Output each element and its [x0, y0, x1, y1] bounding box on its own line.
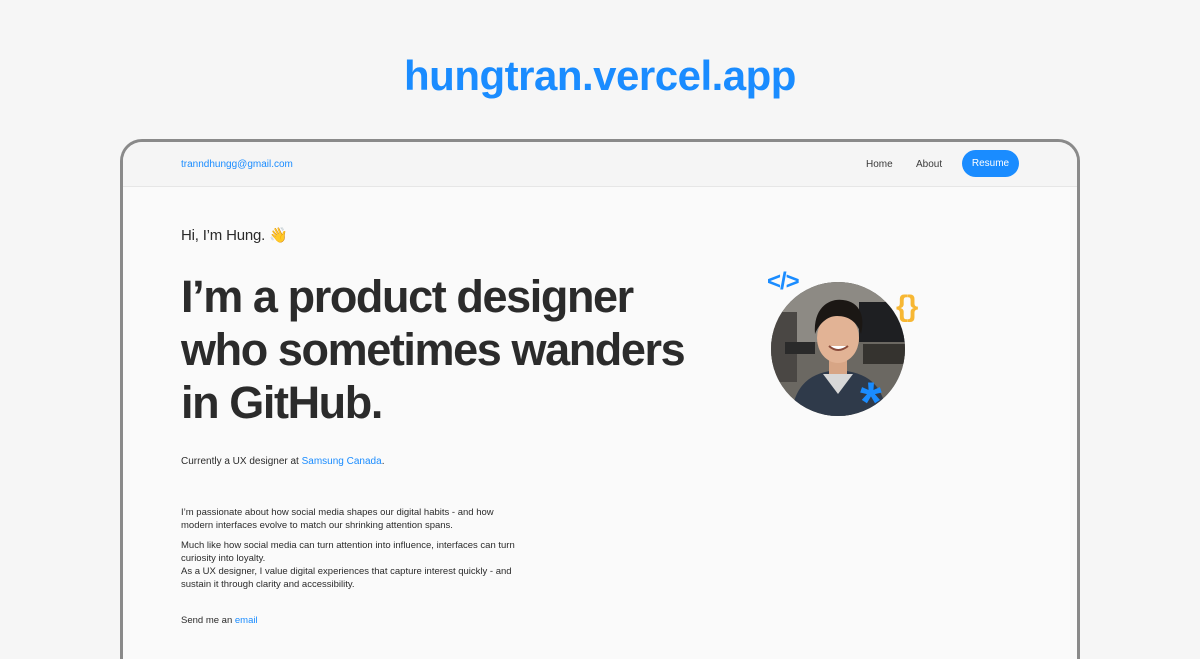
current-role-text: Currently a UX designer at Samsung Canad… — [181, 456, 384, 467]
nav-email-link[interactable]: tranndhungg@gmail.com — [181, 159, 293, 170]
profile-photo — [771, 282, 905, 416]
curly-braces-icon: {} — [896, 290, 918, 323]
email-link[interactable]: email — [235, 615, 258, 626]
samsung-canada-link[interactable]: Samsung Canada — [302, 456, 382, 467]
site-url-banner: hungtran.vercel.app — [404, 52, 796, 99]
nav-about-link[interactable]: About — [916, 159, 942, 170]
hero-headline: I’m a product designer who sometimes wan… — [181, 271, 686, 428]
contact-text: Send me an email — [181, 615, 258, 626]
bio-paragraph-2-line-2: As a UX designer, I value digital experi… — [181, 566, 512, 590]
nav-home-link[interactable]: Home — [866, 159, 893, 170]
top-navbar: tranndhungg@gmail.com Home About Resume — [123, 142, 1077, 187]
hero-greeting: Hi, I’m Hung. 👋 — [181, 227, 288, 244]
current-role-prefix: Currently a UX designer at — [181, 456, 302, 467]
asterisk-icon: * — [860, 370, 882, 433]
profile-photo-illustration — [771, 282, 905, 416]
contact-prefix: Send me an — [181, 615, 235, 626]
bio-paragraph-2: Much like how social media can turn atte… — [181, 539, 521, 591]
current-role-suffix: . — [381, 456, 385, 467]
bio-paragraph-2-line-1: Much like how social media can turn atte… — [181, 540, 515, 564]
browser-frame: tranndhungg@gmail.com Home About Resume … — [120, 139, 1080, 659]
code-tag-icon: </> — [767, 268, 800, 295]
bio-paragraph-1: I’m passionate about how social media sh… — [181, 507, 494, 531]
resume-button[interactable]: Resume — [962, 150, 1019, 177]
